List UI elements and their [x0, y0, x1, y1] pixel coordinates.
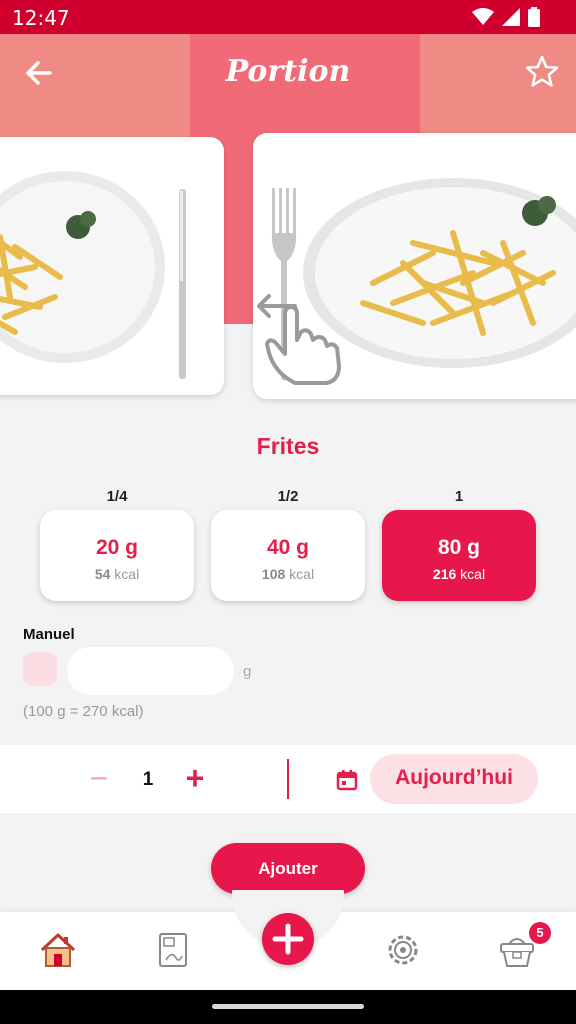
portion-kcal: 54 kcal — [40, 566, 194, 582]
portion-kcal: 216 kcal — [382, 566, 536, 582]
portion-grams: 20 g — [95, 536, 139, 559]
portion-kcal-value: 216 — [432, 566, 457, 582]
divider — [287, 759, 289, 799]
system-navigation-bar — [0, 990, 576, 1024]
signal-icon — [502, 8, 520, 26]
quantity-value: 1 — [142, 769, 154, 790]
manual-grams-input[interactable] — [67, 647, 234, 695]
portion-fraction-full: 1 — [454, 488, 464, 505]
food-name: Frites — [256, 433, 320, 459]
home-gesture-pill[interactable] — [212, 1004, 364, 1009]
calendar-icon[interactable] — [336, 769, 358, 791]
basket-badge: 5 — [529, 922, 551, 944]
portion-image-card-current[interactable] — [253, 133, 576, 399]
status-icons — [472, 7, 540, 27]
home-icon[interactable] — [38, 930, 78, 970]
status-time: 12:47 — [12, 6, 70, 30]
manual-checkbox[interactable] — [23, 652, 57, 686]
portion-option-half[interactable]: 40 g 108 kcal — [211, 510, 365, 601]
manual-unit: g — [243, 663, 252, 680]
portion-kcal-value: 54 — [94, 566, 111, 582]
quantity-date-bar: − 1 + Aujourd’hui — [0, 745, 576, 813]
manual-label: Manuel — [23, 626, 75, 643]
portion-kcal-value: 108 — [261, 566, 286, 582]
portion-fraction-half: 1/2 — [277, 488, 299, 505]
manual-hint: (100 g = 270 kcal) — [23, 703, 144, 720]
page-title: Portion — [225, 54, 351, 89]
portion-kcal-unit: kcal — [289, 566, 315, 582]
decrease-quantity-button[interactable]: − — [86, 761, 112, 795]
increase-quantity-button[interactable]: + — [181, 761, 209, 795]
star-icon[interactable] — [524, 54, 560, 90]
portion-grams: 40 g — [266, 536, 310, 559]
add-entry-fab[interactable] — [262, 913, 314, 965]
portion-fraction-quarter: 1/4 — [106, 488, 128, 505]
portion-grams: 80 g — [437, 536, 481, 559]
battery-icon — [528, 7, 540, 27]
add-icon — [272, 923, 304, 955]
portion-option-quarter[interactable]: 20 g 54 kcal — [40, 510, 194, 601]
status-bar: 12:47 — [0, 0, 576, 34]
wifi-icon — [472, 8, 494, 25]
portion-kcal-unit: kcal — [460, 566, 486, 582]
portion-kcal: 108 kcal — [211, 566, 365, 582]
date-selector-button[interactable]: Aujourd’hui — [370, 754, 538, 804]
portion-kcal-unit: kcal — [114, 566, 140, 582]
portion-image-card-previous[interactable] — [0, 137, 224, 395]
portion-option-full[interactable]: 80 g 216 kcal — [382, 510, 536, 601]
add-button[interactable]: Ajouter — [211, 843, 365, 894]
settings-icon[interactable] — [383, 930, 423, 970]
journal-icon[interactable] — [152, 930, 192, 970]
fries-plate-image — [0, 171, 186, 379]
swipe-hand-icon — [257, 294, 341, 385]
